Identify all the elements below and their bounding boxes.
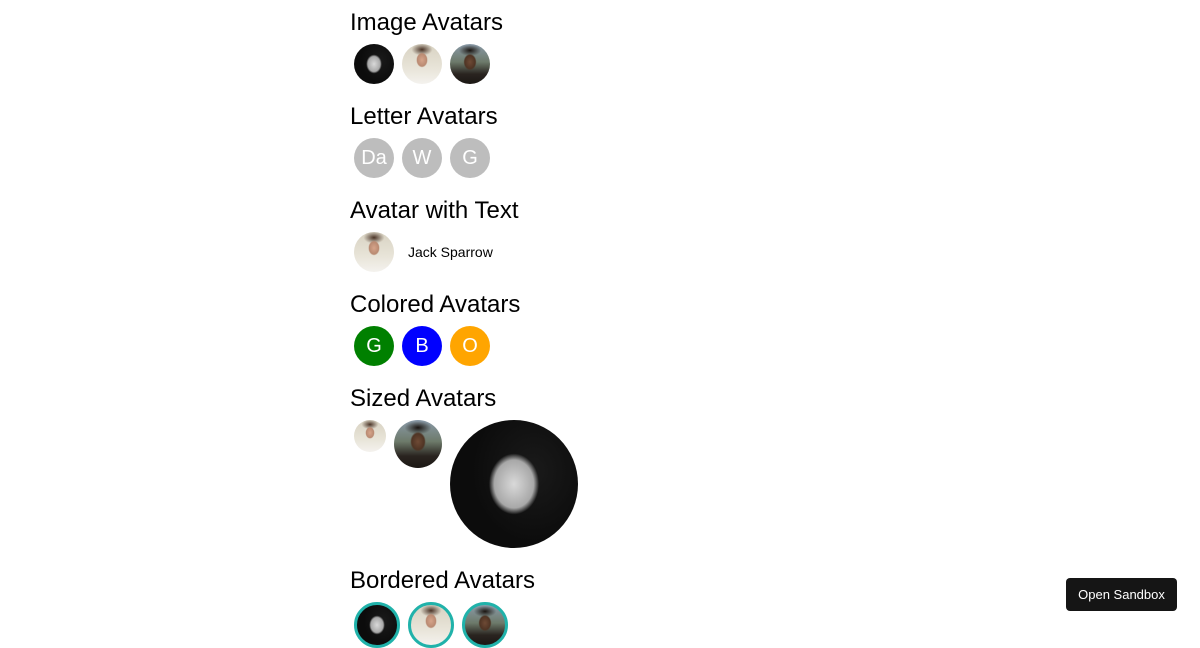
blue-avatar: B [402,326,442,366]
colored-avatars-row: G B O [354,326,498,366]
jack-sparrow-avatar [354,232,394,272]
large-avatar [450,420,578,548]
section-title-avatar-with-text: Avatar with Text [350,197,519,224]
section-title-letter-avatars: Letter Avatars [350,103,498,130]
bordered-man-avatar [408,602,454,648]
green-avatar: G [354,326,394,366]
section-title-sized-avatars: Sized Avatars [350,385,497,412]
medium-avatar [394,420,442,468]
section-title-image-avatars: Image Avatars [350,9,503,36]
letter-avatar: W [402,138,442,178]
man-avatar-image [402,44,442,84]
letter-avatar: G [450,138,490,178]
letter-avatars-row: Da W G [354,138,498,178]
bordered-avatars-row [354,602,516,648]
orange-avatar: O [450,326,490,366]
small-avatar [354,420,386,452]
section-title-colored-avatars: Colored Avatars [350,291,521,318]
avatar-with-text-row: Jack Sparrow [354,232,493,272]
image-avatars-row [354,44,498,84]
bordered-woman-avatar [354,602,400,648]
open-sandbox-button[interactable]: Open Sandbox [1066,578,1177,611]
bearded-man-avatar-image [450,44,490,84]
letter-avatar: Da [354,138,394,178]
woman-avatar-image [354,44,394,84]
sized-avatars-row [354,420,586,548]
bordered-bearded-man-avatar [462,602,508,648]
section-title-bordered-avatars: Bordered Avatars [350,567,536,594]
avatar-name-text: Jack Sparrow [408,244,493,260]
